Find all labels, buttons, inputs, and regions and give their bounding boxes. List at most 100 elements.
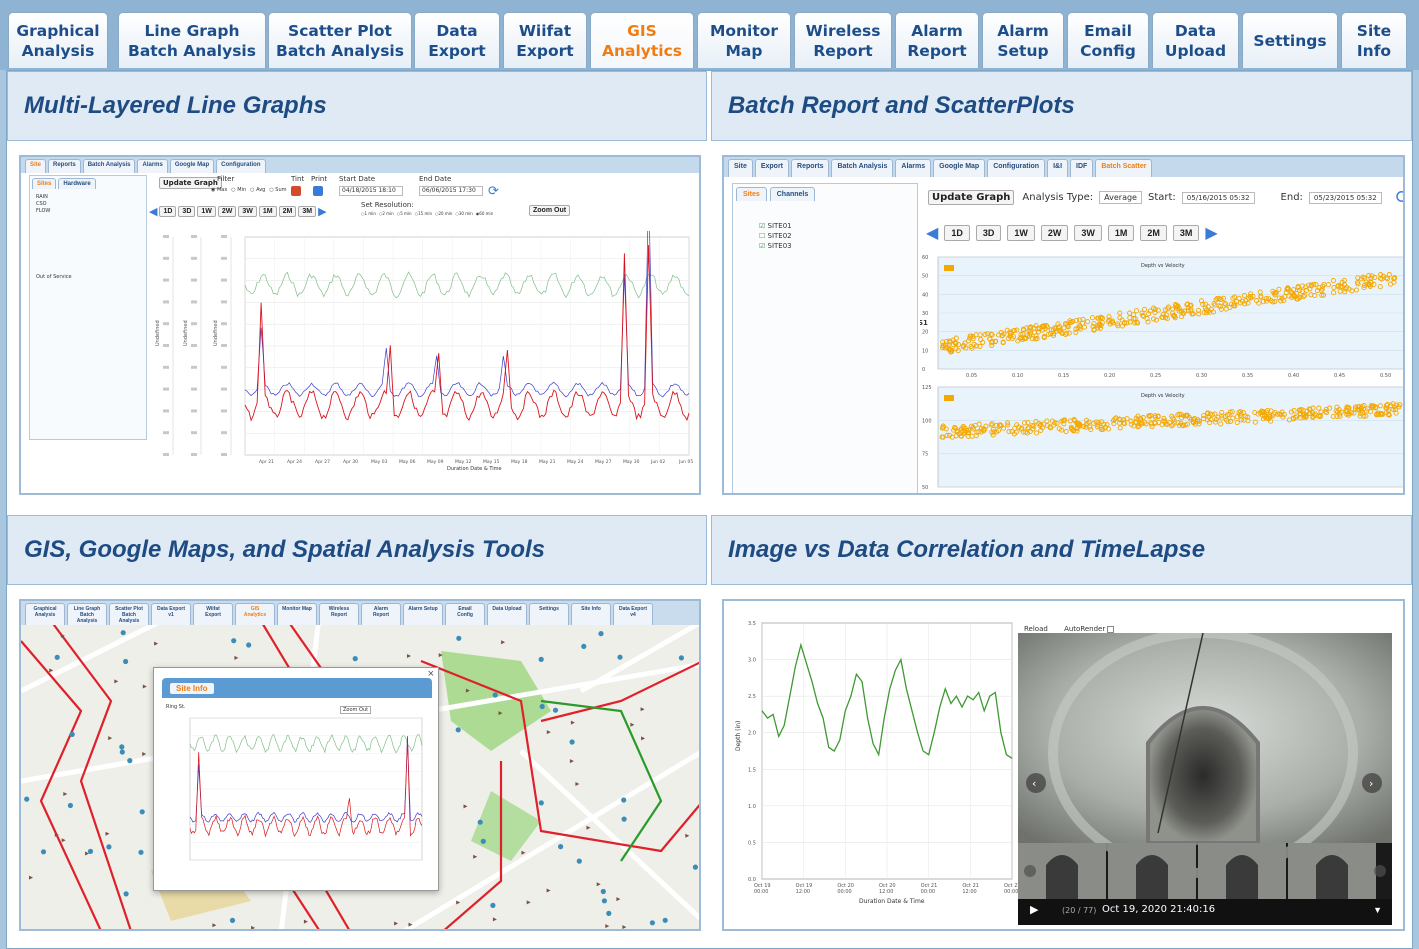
scatter-side-tab-channels[interactable]: Channels (769, 187, 816, 201)
gis-tab-settings[interactable]: Settings (529, 603, 569, 625)
filter-option[interactable]: ○ Sum (269, 187, 286, 193)
range-button-1m[interactable]: 1M (258, 206, 277, 217)
analysis-type-select[interactable]: Average (1099, 191, 1142, 204)
gis-tab-data-export-v4[interactable]: Data Export v4 (613, 603, 653, 625)
gis-tab-monitor-map[interactable]: Monitor Map (277, 603, 317, 625)
tab-alarm-setup[interactable]: Alarm Setup (982, 12, 1064, 68)
resolution-option[interactable]: ◉60 min (476, 211, 493, 216)
site-row[interactable]: ☑ SITE01 (759, 222, 909, 230)
tree-node[interactable]: RAIN (36, 194, 140, 200)
range-prev-arrow-icon[interactable]: ◀ (149, 205, 157, 218)
scatter-tab-configuration[interactable]: Configuration (987, 159, 1046, 177)
resolution-option[interactable]: ○5 min (397, 211, 412, 216)
tree-node[interactable]: CSO (36, 201, 140, 207)
print-icon[interactable] (313, 186, 323, 196)
scatter-tab-idf[interactable]: IDF (1070, 159, 1094, 177)
tab-data-upload[interactable]: Data Upload (1152, 12, 1239, 68)
filter-option[interactable]: ○ Min (231, 187, 246, 193)
range-button-2w[interactable]: 2W (217, 206, 237, 217)
refresh-icon[interactable]: ⟳ (488, 183, 499, 199)
gis-tab-gis-analytics[interactable]: GIS Analytics (235, 603, 275, 625)
resolution-option[interactable]: ○30 min (455, 211, 472, 216)
scatter-next-arrow-icon[interactable]: ▶ (1205, 223, 1217, 243)
start-date-input[interactable]: 04/18/2015 18:10 (339, 186, 403, 196)
scatter-tab-batch-scatter[interactable]: Batch Scatter (1095, 159, 1153, 177)
gis-tab-email-config[interactable]: Email Config (445, 603, 485, 625)
scatter-range-2w[interactable]: 2W (1040, 225, 1069, 241)
scatter-tab-site[interactable]: Site (728, 159, 753, 177)
scatter-side-tab-sites[interactable]: Sites (736, 187, 767, 201)
range-button-1w[interactable]: 1W (197, 206, 216, 217)
tab-settings[interactable]: Settings (1242, 12, 1338, 68)
range-next-arrow-icon[interactable]: ▶ (318, 205, 326, 218)
tab-gis-analytics[interactable]: GIS Analytics (590, 12, 694, 68)
tree-node[interactable]: FLOW (36, 208, 140, 214)
scatter-range-3w[interactable]: 3W (1074, 225, 1102, 241)
popup-zoom-out[interactable]: Zoom Out (340, 706, 372, 714)
gis-tab-graphical-analysis[interactable]: Graphical Analysis (25, 603, 65, 625)
scatter-update-graph-button[interactable]: Update Graph (928, 190, 1015, 205)
gis-tab-data-upload[interactable]: Data Upload (487, 603, 527, 625)
scatter-tab-i-i[interactable]: I&I (1047, 159, 1069, 177)
range-button-2m[interactable]: 2M (278, 206, 297, 217)
site-checkbox-icon[interactable]: ☐ (759, 232, 768, 240)
scatter-range-1d[interactable]: 1D (944, 225, 970, 241)
tab-graphical-analysis[interactable]: Graphical Analysis (8, 12, 108, 68)
scatter-range-3m[interactable]: 3M (1172, 225, 1200, 241)
tab-wireless-report[interactable]: Wireless Report (794, 12, 892, 68)
mini-tab-reports[interactable]: Reports (48, 159, 81, 173)
resolution-option[interactable]: ○20 min (435, 211, 452, 216)
site-row[interactable]: ☑ SITE03 (759, 242, 909, 250)
site-row[interactable]: ☐ SITE02 (759, 232, 909, 240)
tab-email-config[interactable]: Email Config (1067, 12, 1149, 68)
side-tab-hardware[interactable]: Hardware (58, 178, 96, 189)
tab-line-graph-batch-analysis[interactable]: Line Graph Batch Analysis (118, 12, 266, 68)
scatter-end-input[interactable]: 05/23/2015 05:32 (1308, 191, 1382, 204)
mini-tab-alarms[interactable]: Alarms (137, 159, 168, 173)
range-button-1d[interactable]: 1D (159, 206, 177, 217)
mini-tab-google-map[interactable]: Google Map (169, 159, 215, 173)
filter-option[interactable]: ◉ Max (211, 187, 227, 193)
play-icon[interactable]: ▶ (1030, 903, 1038, 916)
range-button-3m[interactable]: 3M (298, 206, 317, 217)
tint-icon[interactable] (291, 186, 301, 196)
gis-tab-alarm-setup[interactable]: Alarm Setup (403, 603, 443, 625)
gis-tab-data-export-v1[interactable]: Data Export v1 (151, 603, 191, 625)
autorender-checkbox[interactable] (1107, 625, 1115, 633)
gis-tab-scatter-plot-batch-analysis[interactable]: Scatter Plot Batch Analysis (109, 603, 149, 625)
scatter-range-3d[interactable]: 3D (975, 225, 1002, 241)
resolution-option[interactable]: ○2 min (379, 211, 394, 216)
gis-tab-line-graph-batch-analysis[interactable]: Line Graph Batch Analysis (67, 603, 107, 625)
dropdown-icon[interactable]: ▼ (1373, 905, 1382, 915)
tab-monitor-map[interactable]: Monitor Map (697, 12, 791, 68)
mini-tab-site[interactable]: Site (25, 159, 47, 173)
scatter-prev-arrow-icon[interactable]: ◀ (926, 223, 938, 243)
scatter-tab-batch-analysis[interactable]: Batch Analysis (831, 159, 894, 177)
site-checkbox-icon[interactable]: ☑ (759, 222, 768, 230)
tab-scatter-plot-batch-analysis[interactable]: Scatter Plot Batch Analysis (268, 12, 412, 68)
mini-tab-configuration[interactable]: Configuration (216, 159, 266, 173)
resolution-option[interactable]: ○1 min (361, 211, 376, 216)
scatter-tab-reports[interactable]: Reports (791, 159, 830, 177)
scatter-range-1m[interactable]: 1M (1107, 225, 1135, 241)
popup-tab-site-info[interactable]: Site Info (170, 683, 214, 694)
gis-tab-wireless-report[interactable]: Wireless Report (319, 603, 359, 625)
tree-node[interactable]: Out of Service (36, 274, 140, 280)
site-checkbox-icon[interactable]: ☑ (759, 242, 768, 250)
tab-site-info[interactable]: Site Info (1341, 12, 1407, 68)
scatter-refresh-icon[interactable]: ⟳ (1396, 187, 1403, 208)
scatter-range-2m[interactable]: 2M (1140, 225, 1167, 241)
reload-button[interactable]: Reload (1024, 625, 1048, 633)
scatter-start-input[interactable]: 05/16/2015 05:32 (1181, 191, 1255, 204)
zoom-out-button[interactable]: Zoom Out (529, 205, 571, 216)
tab-alarm-report[interactable]: Alarm Report (895, 12, 979, 68)
filter-option[interactable]: ○ Avg (250, 187, 265, 193)
mini-tab-batch-analysis[interactable]: Batch Analysis (82, 159, 136, 173)
gis-tab-wiifat-export[interactable]: Wiifat Export (193, 603, 233, 625)
scatter-tab-alarms[interactable]: Alarms (895, 159, 932, 177)
range-button-3w[interactable]: 3W (238, 206, 257, 217)
gis-tab-site-info[interactable]: Site Info (571, 603, 611, 625)
scatter-tab-google-map[interactable]: Google Map (933, 159, 986, 177)
scatter-range-1w[interactable]: 1W (1007, 225, 1035, 241)
tab-data-export[interactable]: Data Export (414, 12, 500, 68)
